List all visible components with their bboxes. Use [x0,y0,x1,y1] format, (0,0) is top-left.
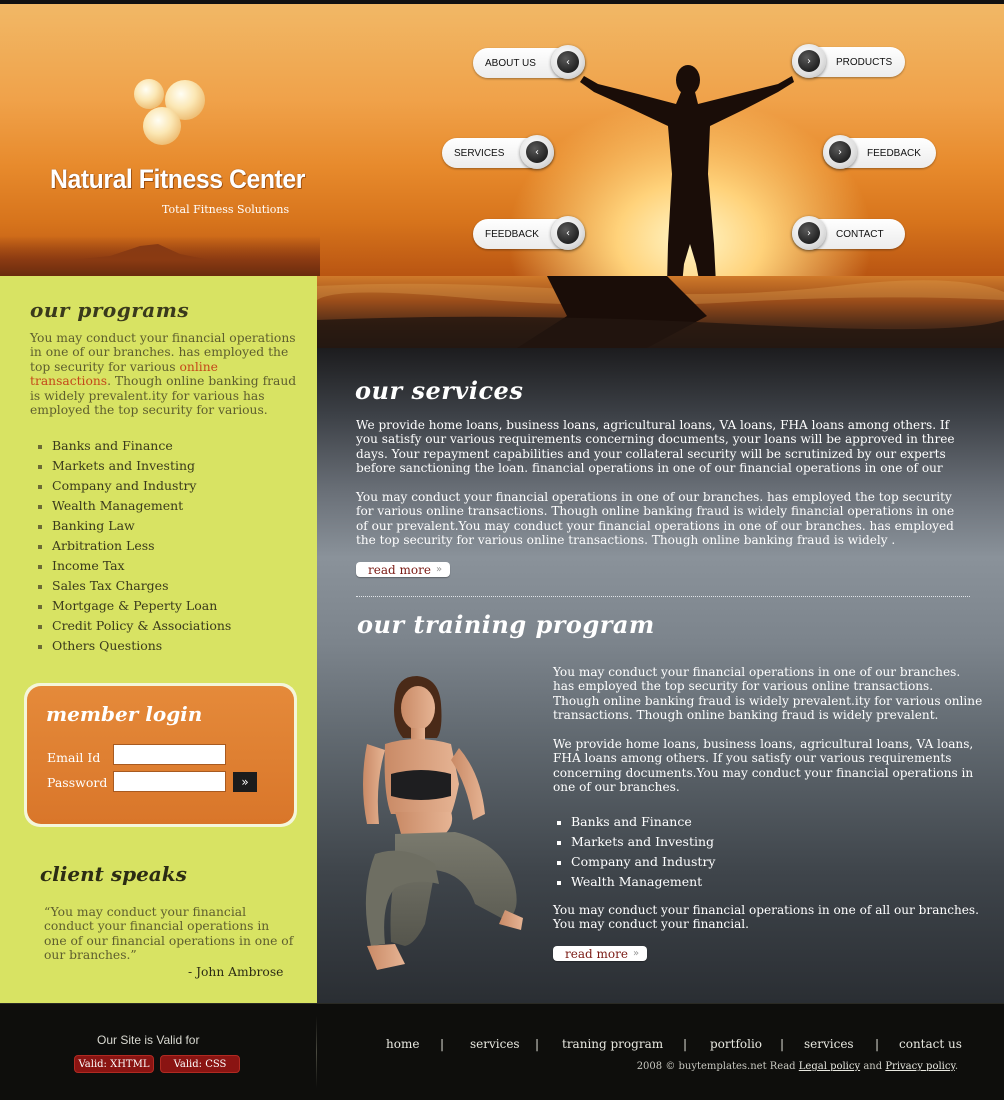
list-item[interactable]: Banking Law [38,518,231,538]
logo-title[interactable]: Natural Fitness Center [50,164,305,195]
nav-label: FEEDBACK [867,147,921,159]
chevron-right-icon: › [792,44,826,78]
services-read-more-button[interactable]: read more » [356,562,451,577]
footer-separator: | [535,1037,540,1051]
email-label: Email Id [47,750,101,765]
member-login-panel: member login Email Id Password » [27,686,294,824]
legal-policy-link[interactable]: Legal policy [799,1061,860,1072]
valid-text: Our Site is Valid for [97,1033,200,1047]
nav-label: SERVICES [454,147,505,159]
nav-contact[interactable]: › CONTACT [792,216,905,250]
list-item[interactable]: Others Questions [38,638,231,658]
list-item[interactable]: Income Tax [38,558,231,578]
logo-tagline: Total Fitness Solutions [162,203,290,216]
list-item[interactable]: Company and Industry [557,854,715,874]
footer-link-home[interactable]: home [386,1037,419,1051]
list-item[interactable]: Banks and Finance [38,438,231,458]
double-chevron-right-icon: » [435,564,443,575]
nav-services[interactable]: SERVICES ‹ [442,135,554,169]
footer-separator: | [683,1037,688,1051]
nav-label: CONTACT [836,228,884,240]
chevron-right-icon: › [823,135,857,169]
training-heading: our training program [357,610,655,639]
client-speaks-heading: client speaks [40,862,187,886]
chevron-right-icon: › [792,216,826,250]
footer-link-portfolio[interactable]: portfolio [710,1037,762,1051]
footer-link-contact-us[interactable]: contact us [899,1037,962,1051]
training-read-more-button[interactable]: read more » [553,946,648,961]
chevron-left-icon: ‹ [551,45,585,79]
nav-feedback-right[interactable]: › FEEDBACK [823,135,936,169]
training-paragraph-2: We provide home loans, business loans, a… [553,737,974,795]
footer-link-training-program[interactable]: traning program [562,1037,663,1051]
chevron-left-icon: ‹ [551,216,585,250]
training-list: Banks and Finance Markets and Investing … [557,814,715,894]
login-heading: member login [46,702,203,726]
valid-css-badge[interactable]: Valid: CSS [160,1055,240,1073]
footer-separator: | [440,1037,445,1051]
nav-about-us[interactable]: ABOUT US ‹ [473,45,585,79]
valid-xhtml-badge[interactable]: Valid: XHTML [74,1055,154,1073]
member-login-box: member login Email Id Password » [24,683,297,827]
footer: Our Site is Valid for Valid: XHTML Valid… [0,1003,1004,1100]
list-item[interactable]: Wealth Management [38,498,231,518]
footer-separator: | [875,1037,880,1051]
list-item[interactable]: Sales Tax Charges [38,578,231,598]
login-submit-button[interactable]: » [233,772,257,792]
client-author: - John Ambrose [188,965,284,979]
list-item[interactable]: Markets and Investing [38,458,231,478]
copyright: 2008 © buytemplates.net Read Legal polic… [636,1061,958,1072]
password-label: Password [47,775,108,790]
list-item[interactable]: Wealth Management [557,874,715,894]
footer-link-services-2[interactable]: services [804,1037,854,1051]
services-paragraph-1: We provide home loans, business loans, a… [356,418,955,476]
logo-circles-icon [134,79,205,145]
list-item[interactable]: Credit Policy & Associations [38,618,231,638]
read-more-label: read more [565,946,628,961]
training-paragraph-1: You may conduct your financial operation… [553,665,983,723]
programs-heading: our programs [30,298,190,322]
footer-nav: home | services | traning program | port… [386,1037,966,1053]
services-heading: our services [355,376,524,405]
list-item[interactable]: Markets and Investing [557,834,715,854]
horizon-band [0,236,320,276]
privacy-policy-link[interactable]: Privacy policy [885,1061,955,1072]
header-banner: Natural Fitness Center Total Fitness Sol… [0,4,1004,276]
read-more-label: read more [368,562,431,577]
programs-intro: You may conduct your financial operation… [30,331,297,418]
list-item[interactable]: Arbitration Less [38,538,231,558]
footer-divider [316,1016,317,1088]
nav-label: FEEDBACK [485,228,539,240]
footer-link-services[interactable]: services [470,1037,520,1051]
sea-banner [317,276,1004,348]
nav-label: PRODUCTS [836,56,893,68]
main-content: our services We provide home loans, busi… [317,348,1004,1003]
chevron-left-icon: ‹ [520,135,554,169]
double-chevron-right-icon: » [632,948,640,959]
services-paragraph-2: You may conduct your financial operation… [356,490,955,548]
woman-silhouette-image [580,65,794,276]
list-item[interactable]: Company and Industry [38,478,231,498]
nav-products[interactable]: › PRODUCTS [792,44,905,78]
list-item[interactable]: Mortgage & Peperty Loan [38,598,231,618]
client-quote: “You may conduct your financial conduct … [44,905,294,963]
list-item[interactable]: Banks and Finance [557,814,715,834]
nav-label: ABOUT US [485,57,536,69]
sea-waves [317,276,1004,348]
programs-list: Banks and Finance Markets and Investing … [38,438,231,658]
training-paragraph-3: You may conduct your financial operation… [553,903,979,932]
password-field[interactable] [113,771,226,792]
woman-sitting-image [363,676,523,970]
sidebar: our programs You may conduct your financ… [0,276,317,1003]
section-divider [356,596,970,597]
email-field[interactable] [113,744,226,765]
nav-feedback-left[interactable]: FEEDBACK ‹ [473,216,585,250]
footer-separator: | [780,1037,785,1051]
